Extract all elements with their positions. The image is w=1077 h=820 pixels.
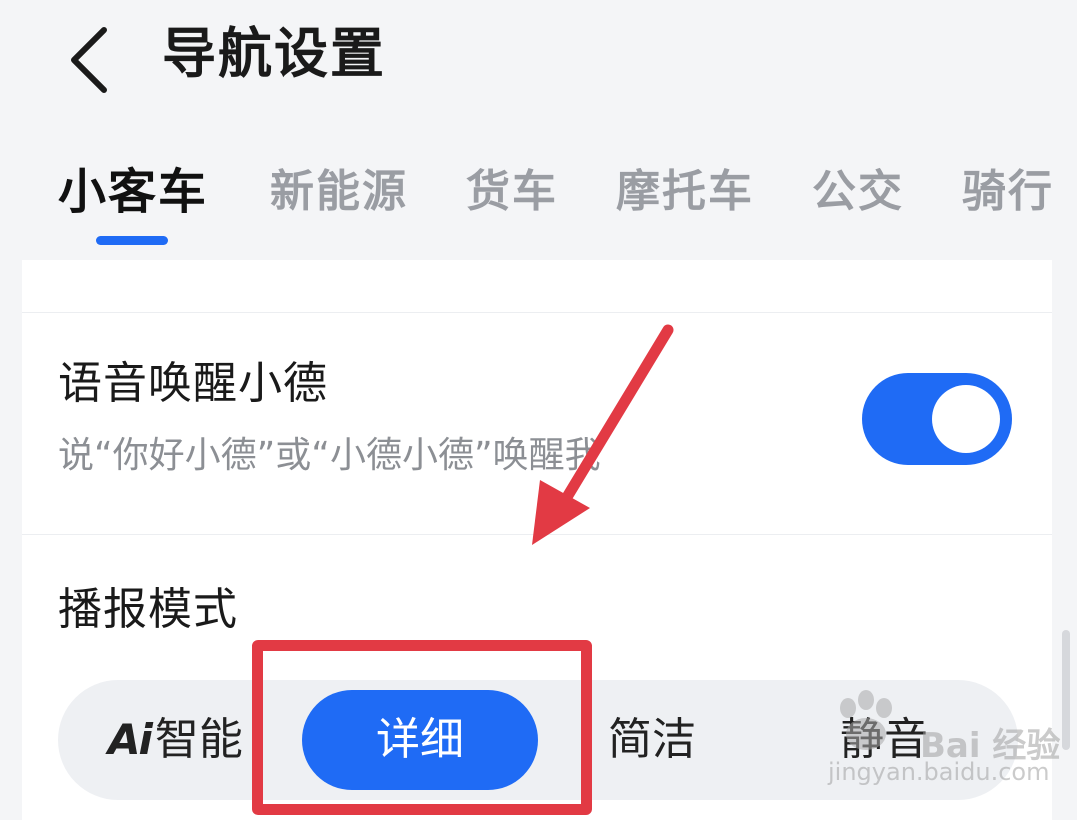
tab-car[interactable]: 小客车 bbox=[58, 162, 208, 222]
vehicle-tab-bar: 小客车 新能源 货车 摩托车 公交 骑行 bbox=[0, 150, 1077, 260]
back-button[interactable] bbox=[58, 18, 128, 98]
toggle-knob bbox=[932, 385, 1000, 453]
header-bar: 导航设置 bbox=[0, 0, 1077, 120]
voice-wake-toggle[interactable] bbox=[862, 373, 1012, 465]
settings-card: 语音唤醒小德 说“你好小德”或“小德小德”唤醒我 播报模式 Ai智能 详细 简洁… bbox=[22, 260, 1052, 820]
divider bbox=[22, 312, 1052, 313]
broadcast-mode-selector: Ai智能 详细 简洁 静音 bbox=[58, 680, 1018, 800]
broadcast-option-label: 智能 bbox=[154, 714, 243, 765]
page-title: 导航设置 bbox=[162, 22, 386, 85]
voice-wake-title: 语音唤醒小德 bbox=[58, 358, 328, 409]
active-tab-indicator bbox=[96, 236, 168, 245]
broadcast-option-mute[interactable]: 静音 bbox=[840, 680, 928, 800]
tab-new-energy[interactable]: 新能源 bbox=[270, 162, 408, 222]
broadcast-mode-title: 播报模式 bbox=[58, 584, 238, 635]
scrollbar[interactable] bbox=[1062, 630, 1070, 750]
ai-icon: Ai bbox=[108, 715, 153, 764]
voice-wake-description: 说“你好小德”或“小德小德”唤醒我 bbox=[58, 435, 601, 476]
broadcast-option-concise[interactable]: 简洁 bbox=[608, 680, 696, 800]
tab-motorcycle[interactable]: 摩托车 bbox=[616, 162, 754, 222]
tab-cycling[interactable]: 骑行 bbox=[962, 162, 1054, 222]
broadcast-option-smart[interactable]: Ai智能 bbox=[108, 680, 243, 800]
chevron-left-icon bbox=[71, 27, 107, 93]
broadcast-option-detailed[interactable]: 详细 bbox=[302, 690, 538, 790]
tab-truck[interactable]: 货车 bbox=[466, 162, 558, 222]
tab-bus[interactable]: 公交 bbox=[812, 162, 904, 222]
divider bbox=[22, 534, 1052, 535]
